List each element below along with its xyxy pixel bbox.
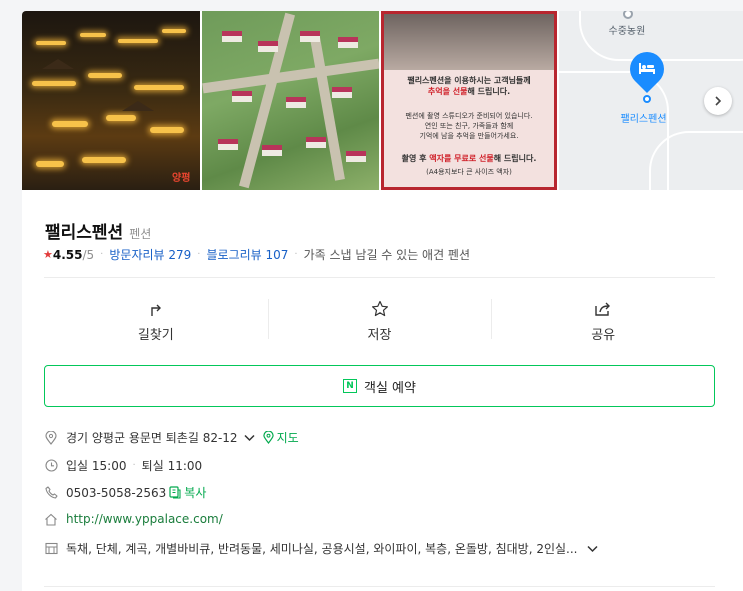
amenities-text: 독채, 단체, 계곡, 개별바비큐, 반려동물, 세미나실, 공용시설, 와이파… [66,542,578,556]
room-booking-button[interactable]: N 객실 예약 [44,365,715,407]
amenities-icon [44,542,58,556]
notice-heading-2: 추억을 선물해 드립니다. [427,87,511,96]
map-link[interactable]: 지도 [262,429,299,446]
notice-note: (A4용지보다 큰 사이즈 액자) [426,168,512,176]
naver-booking-icon: N [343,379,357,393]
place-category: 펜션 [129,227,152,241]
place-description: 가족 스냅 남길 수 있는 애견 펜션 [303,248,471,262]
chevron-right-icon [714,96,721,106]
photo-sign-text: 양평 [172,173,191,184]
share-icon [593,299,613,319]
save-button[interactable]: 저장 [267,295,492,347]
home-icon [44,512,58,526]
gallery-next-button[interactable] [703,87,732,115]
separator-dot: · [197,249,201,260]
notice-body-2: 연인 또는 친구, 가족들과 함께 [424,122,514,130]
amenities-row: 독채, 단체, 계곡, 개별바비큐, 반려동물, 세미나실, 공용시설, 와이파… [44,540,599,557]
gallery-photo-aerial-view[interactable] [201,11,379,190]
address-expand-button[interactable] [244,434,255,442]
place-meta-row: ★ 4.55 /5 · 방문자리뷰 279 · 블로그리뷰 107 · 가족 스… [43,246,470,263]
map-pin-green-icon [262,431,274,444]
star-icon: ★ [43,248,53,261]
map-poi-label: 수중농원 [608,26,646,37]
checkout-time: 퇴실 11:00 [141,459,203,473]
place-name: 팰리스펜션 [45,223,124,243]
website-row: http://www.yppalace.com/ [44,512,223,526]
website-link[interactable]: http://www.yppalace.com/ [66,512,223,526]
directions-button[interactable]: 길찾기 [44,295,268,347]
poi-marker-icon [622,11,633,19]
separator-dot: · [132,460,136,471]
notice-body-1: 펜션에 촬영 스튜디오가 준비되어 있습니다. [405,112,533,120]
place-card: 양평 팰리스펜션을 이용하시는 고객님들께 추억을 선물해 드립니다. 펜션에 … [22,11,743,591]
share-label: 공유 [591,328,616,343]
chevron-down-icon [244,434,255,441]
phone-number[interactable]: 0503-5058-2563 [66,486,166,500]
save-label: 저장 [367,328,392,343]
notice-body-3: 기억에 남을 추억을 만들어가세요. [419,132,519,140]
rating-max: /5 [82,247,95,262]
map-pin-label: 팰리스펜션 [620,114,667,125]
bed-icon [638,61,656,79]
phone-icon [44,486,58,500]
address-row: 경기 양평군 용문면 퇴촌길 82-12 지도 [44,429,299,446]
map-pin-dot [642,95,651,103]
place-title-row: 팰리스펜션 펜션 [45,218,151,243]
blog-reviews-link[interactable]: 블로그리뷰 107 [206,246,288,263]
bottom-divider [44,586,715,587]
separator-dot: · [100,249,104,260]
hours-row: 입실 15:00 · 퇴실 11:00 [44,457,202,474]
copy-icon [169,486,181,499]
separator-dot: · [294,249,298,260]
directions-label: 길찾기 [137,328,174,343]
notice-heading: 팰리스펜션을 이용하시는 고객님들께 [407,76,531,85]
star-outline-icon [370,299,390,319]
room-booking-label: 객실 예약 [364,380,416,396]
checkin-time: 입실 15:00 [66,459,127,473]
share-button[interactable]: 공유 [491,295,715,347]
rating-score: 4.55 [52,247,83,262]
phone-row: 0503-5058-2563 복사 [44,484,206,501]
clock-icon [44,459,58,473]
gallery-photo-studio-notice[interactable]: 팰리스펜션을 이용하시는 고객님들께 추억을 선물해 드립니다. 펜션에 촬영 … [381,11,557,190]
directions-icon [146,299,166,319]
photo-gallery: 양평 팰리스펜션을 이용하시는 고객님들께 추억을 선물해 드립니다. 펜션에 … [22,11,743,190]
notice-footer: 촬영 후 액자를 무료로 선물해 드립니다. [401,154,537,163]
visitor-reviews-link[interactable]: 방문자리뷰 279 [109,246,191,263]
amenities-expand-button[interactable] [587,545,599,553]
location-pin-icon [44,430,58,445]
divider [44,277,715,278]
address-text: 경기 양평군 용문면 퇴촌길 82-12 [66,431,238,445]
copy-phone-button[interactable]: 복사 [169,484,206,501]
gallery-photo-night-view[interactable]: 양평 [22,11,200,190]
chevron-down-icon [587,545,599,552]
action-bar: 길찾기 저장 공유 [44,295,715,347]
studio-photo [384,14,554,70]
mini-map[interactable]: 수중농원 팰리스펜션 [558,11,743,190]
